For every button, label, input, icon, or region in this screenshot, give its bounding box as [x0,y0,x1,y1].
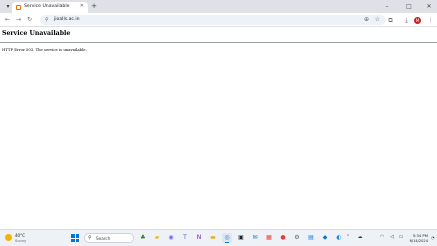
page-title: Service Unavailable [2,30,71,37]
reload-button[interactable]: ↻ [25,15,34,24]
maximize-button[interactable]: □ [403,2,415,11]
photos-icon[interactable]: ▤ [306,233,316,243]
onenote-icon-glyph: N [196,234,202,241]
teams-icon-glyph: T [183,234,187,241]
extensions-icon[interactable]: ⧉ [386,16,395,25]
search-label: Search [96,235,111,241]
active-app-indicator [225,242,229,243]
opera-icon-glyph: ● [280,234,286,241]
photos-icon-glyph: ▤ [308,234,314,241]
clock-time: 5:34 PM [412,233,428,238]
close-window-button[interactable]: ✕ [423,2,435,11]
error-message: HTTP Error 503. The service is unavailab… [2,47,87,52]
taskbar: 40°C Sunny ⚲ Search ♣ ▰ ◉ T N ▬ ◎ ▣ ✉ ▦ ● ⚙ ▤ ◆ ◐ ⌃ ☁ … [0,229,437,246]
chrome-icon[interactable]: ◎ [222,233,232,243]
edge-icon[interactable]: ◐ [334,233,344,243]
start-button[interactable] [71,234,79,242]
store-icon[interactable]: ▦ [264,233,274,243]
show-hidden-icons-chevron-icon[interactable]: ⌃ [344,234,352,240]
wifi-icon[interactable]: ◠ [378,234,386,240]
onenote-icon[interactable]: N [194,233,204,243]
sun-icon [5,234,12,241]
terminal-icon[interactable]: ▣ [236,233,246,243]
divider [0,42,437,43]
profile-avatar[interactable]: M [414,17,421,24]
zoom-icon[interactable]: ⊕ [364,16,369,23]
mail-icon-glyph: ✉ [252,234,258,241]
minimize-button[interactable]: – [381,2,393,11]
taskbar-search[interactable]: ⚲ Search [84,233,134,243]
warning-favicon-icon [16,5,21,10]
weather-temperature: 40°C [15,233,25,238]
windows-logo-icon [71,234,75,238]
folder-icon-glyph: ▬ [210,234,216,241]
vscode-icon-glyph: ◆ [322,234,328,241]
volume-icon[interactable]: ◁ [388,234,396,240]
notification-icon[interactable]: ◔ [431,235,435,240]
game-widget-icon[interactable]: ♣ [138,233,148,243]
edge-icon-glyph: ◐ [336,234,342,241]
file-explorer-icon-glyph: ▰ [154,234,160,241]
bookmark-star-icon[interactable]: ☆ [375,16,380,23]
mail-icon[interactable]: ✉ [250,233,260,243]
tab-close-icon[interactable]: ✕ [80,3,84,9]
tab-list-button[interactable]: ▾ [4,3,12,11]
search-icon: ⚲ [88,235,92,241]
copilot-icon[interactable]: ◉ [166,233,176,243]
back-button[interactable]: ← [3,15,12,24]
weather-condition: Sunny [15,238,27,243]
opera-icon[interactable]: ● [278,233,288,243]
game-widget-icon-glyph: ♣ [140,234,146,241]
download-icon[interactable]: ⤓ [402,16,411,25]
new-tab-button[interactable]: + [90,2,98,11]
file-explorer-icon[interactable]: ▰ [152,233,162,243]
site-info-icon[interactable]: ⚲ [45,17,49,23]
address-bar[interactable]: ⚲ jioalls.ac.in ⊕ ☆ [40,15,386,25]
clock-date: 6/14/2024 [409,238,428,243]
tab-service-unavailable[interactable]: Service Unavailable ✕ [12,2,88,13]
forward-button[interactable]: → [14,15,23,24]
tab-title: Service Unavailable [24,4,70,9]
onedrive-cloud-icon[interactable]: ☁ [356,234,364,240]
folder-icon[interactable]: ▬ [208,233,218,243]
browser-toolbar: ← → ↻ ⚲ jioalls.ac.in ⊕ ☆ ⧉ ⤓ M ⋮ [0,13,437,27]
tab-strip: ▾ Service Unavailable ✕ + – □ ✕ [0,0,437,13]
settings-icon-glyph: ⚙ [294,234,300,241]
store-icon-glyph: ▦ [266,234,272,241]
vscode-icon[interactable]: ◆ [320,233,330,243]
copilot-icon-glyph: ◉ [168,234,174,241]
terminal-icon-glyph: ▣ [238,234,244,241]
browser-menu-icon[interactable]: ⋮ [426,16,435,25]
teams-icon[interactable]: T [180,233,190,243]
address-url[interactable]: jioalls.ac.in [54,17,80,22]
settings-icon[interactable]: ⚙ [292,233,302,243]
